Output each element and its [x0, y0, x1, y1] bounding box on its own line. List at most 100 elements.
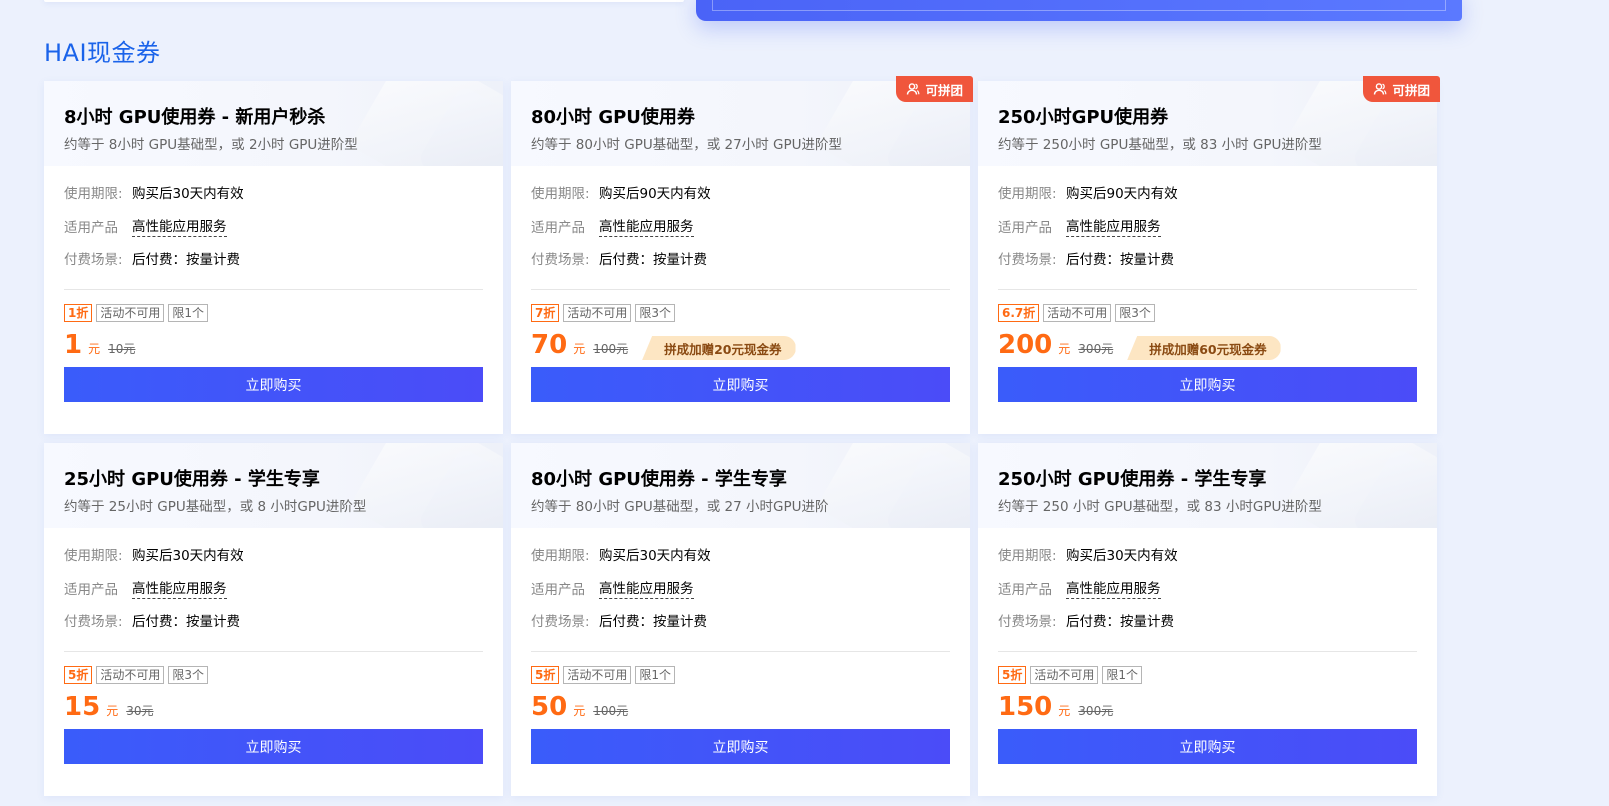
payment-label: 付费场景: [531, 252, 590, 268]
discount-badge: 7折 [531, 304, 560, 322]
card-header: 250小时 GPU使用券 - 学生专享 约等于 250 小时 GPU基础型，或 … [978, 443, 1437, 528]
card-header: 8小时 GPU使用券 - 新用户秒杀 约等于 8小时 GPU基础型，或 2小时 … [44, 81, 503, 166]
validity-row: 使用期限: 购买后30天内有效 [64, 544, 244, 564]
product-label: 适用产品 [998, 220, 1052, 236]
buy-now-button[interactable]: 立即购买 [998, 729, 1417, 764]
price-row: 150 元 300元 [998, 690, 1113, 722]
buy-now-button[interactable]: 立即购买 [531, 729, 950, 764]
product-row: 适用产品 高性能应用服务 [998, 215, 1161, 237]
price: 1 [64, 330, 83, 360]
divider [531, 289, 950, 290]
voucher-card: 25小时 GPU使用券 - 学生专享 约等于 25小时 GPU基础型，或 8 小… [44, 443, 503, 796]
card-title: 250小时GPU使用券 [998, 107, 1169, 128]
product-value-link[interactable]: 高性能应用服务 [1066, 577, 1161, 599]
users-icon [1373, 82, 1387, 96]
validity-value: 购买后90天内有效 [1066, 186, 1178, 202]
group-buy-tag: 可拼团 [1363, 76, 1440, 102]
original-price: 300元 [1078, 342, 1114, 356]
product-label: 适用产品 [64, 220, 118, 236]
discount-badge: 5折 [64, 666, 93, 684]
payment-row: 付费场景: 后付费：按量计费 [64, 610, 240, 630]
product-value-link[interactable]: 高性能应用服务 [599, 215, 694, 237]
group-buy-label: 可拼团 [1392, 82, 1430, 98]
payment-value: 后付费：按量计费 [132, 614, 240, 630]
card-subtitle: 约等于 80小时 GPU基础型，或 27 小时GPU进阶 [531, 499, 829, 515]
product-value-link[interactable]: 高性能应用服务 [132, 577, 227, 599]
original-price: 10元 [108, 342, 136, 356]
validity-value: 购买后30天内有效 [599, 548, 711, 564]
buy-now-button[interactable]: 立即购买 [64, 367, 483, 402]
previous-section-banner [696, 0, 1462, 21]
validity-label: 使用期限: [531, 548, 590, 564]
price-row: 15 元 30元 [64, 690, 153, 722]
product-value-link[interactable]: 高性能应用服务 [599, 577, 694, 599]
buy-now-button[interactable]: 立即购买 [64, 729, 483, 764]
card-subtitle: 约等于 250小时 GPU基础型，或 83 小时 GPU进阶型 [998, 137, 1322, 153]
validity-label: 使用期限: [64, 548, 123, 564]
card-title: 80小时 GPU使用券 - 学生专享 [531, 469, 787, 490]
voucher-card: 80小时 GPU使用券 - 学生专享 约等于 80小时 GPU基础型，或 27 … [511, 443, 970, 796]
price-unit: 元 [88, 342, 101, 356]
limit-badge: 限1个 [1102, 666, 1143, 684]
divider [64, 289, 483, 290]
validity-value: 购买后30天内有效 [132, 548, 244, 564]
group-buy-label: 可拼团 [925, 82, 963, 98]
payment-row: 付费场景: 后付费：按量计费 [998, 610, 1174, 630]
validity-row: 使用期限: 购买后90天内有效 [998, 182, 1178, 202]
price: 150 [998, 692, 1053, 722]
price: 50 [531, 692, 568, 722]
product-row: 适用产品 高性能应用服务 [64, 577, 227, 599]
payment-row: 付费场景: 后付费：按量计费 [64, 248, 240, 268]
price-unit: 元 [106, 704, 119, 718]
payment-value: 后付费：按量计费 [599, 252, 707, 268]
card-subtitle: 约等于 8小时 GPU基础型，或 2小时 GPU进阶型 [64, 137, 358, 153]
price: 70 [531, 330, 568, 360]
product-label: 适用产品 [64, 582, 118, 598]
badge-group: 1折 活动不可用 限1个 [64, 304, 209, 322]
limit-badge: 限1个 [168, 304, 209, 322]
activity-badge: 活动不可用 [96, 304, 165, 322]
limit-badge: 限3个 [168, 666, 209, 684]
payment-value: 后付费：按量计费 [599, 614, 707, 630]
discount-badge: 1折 [64, 304, 93, 322]
validity-value: 购买后30天内有效 [1066, 548, 1178, 564]
validity-row: 使用期限: 购买后30天内有效 [998, 544, 1178, 564]
badge-group: 5折 活动不可用 限1个 [998, 666, 1143, 684]
banner-inner-frame [712, 0, 1446, 11]
validity-value: 购买后90天内有效 [599, 186, 711, 202]
discount-badge: 5折 [998, 666, 1027, 684]
payment-row: 付费场景: 后付费：按量计费 [531, 248, 707, 268]
payment-row: 付费场景: 后付费：按量计费 [531, 610, 707, 630]
card-subtitle: 约等于 80小时 GPU基础型，或 27小时 GPU进阶型 [531, 137, 842, 153]
validity-row: 使用期限: 购买后30天内有效 [531, 544, 711, 564]
price-row: 70 元 100元 拼成加赠20元现金券 [531, 328, 796, 360]
buy-now-button[interactable]: 立即购买 [998, 367, 1417, 402]
limit-badge: 限3个 [635, 304, 676, 322]
product-row: 适用产品 高性能应用服务 [531, 577, 694, 599]
price-row: 200 元 300元 拼成加赠60元现金券 [998, 328, 1281, 360]
discount-badge: 6.7折 [998, 304, 1040, 322]
price: 15 [64, 692, 101, 722]
group-bonus-tag: 拼成加赠60元现金券 [1127, 336, 1281, 360]
divider [998, 651, 1417, 652]
payment-label: 付费场景: [531, 614, 590, 630]
payment-label: 付费场景: [64, 252, 123, 268]
price-unit: 元 [573, 342, 586, 356]
divider [531, 651, 950, 652]
product-value-link[interactable]: 高性能应用服务 [1066, 215, 1161, 237]
product-value-link[interactable]: 高性能应用服务 [132, 215, 227, 237]
card-header: 80小时 GPU使用券 - 学生专享 约等于 80小时 GPU基础型，或 27 … [511, 443, 970, 528]
group-bonus-tag: 拼成加赠20元现金券 [642, 336, 796, 360]
card-subtitle: 约等于 25小时 GPU基础型，或 8 小时GPU进阶型 [64, 499, 367, 515]
product-row: 适用产品 高性能应用服务 [998, 577, 1161, 599]
card-title: 25小时 GPU使用券 - 学生专享 [64, 469, 320, 490]
payment-label: 付费场景: [998, 252, 1057, 268]
previous-section-card [44, 0, 684, 2]
divider [64, 651, 483, 652]
price-unit: 元 [1058, 704, 1071, 718]
buy-now-button[interactable]: 立即购买 [531, 367, 950, 402]
payment-row: 付费场景: 后付费：按量计费 [998, 248, 1174, 268]
activity-badge: 活动不可用 [1030, 666, 1099, 684]
product-row: 适用产品 高性能应用服务 [64, 215, 227, 237]
card-header: 25小时 GPU使用券 - 学生专享 约等于 25小时 GPU基础型，或 8 小… [44, 443, 503, 528]
